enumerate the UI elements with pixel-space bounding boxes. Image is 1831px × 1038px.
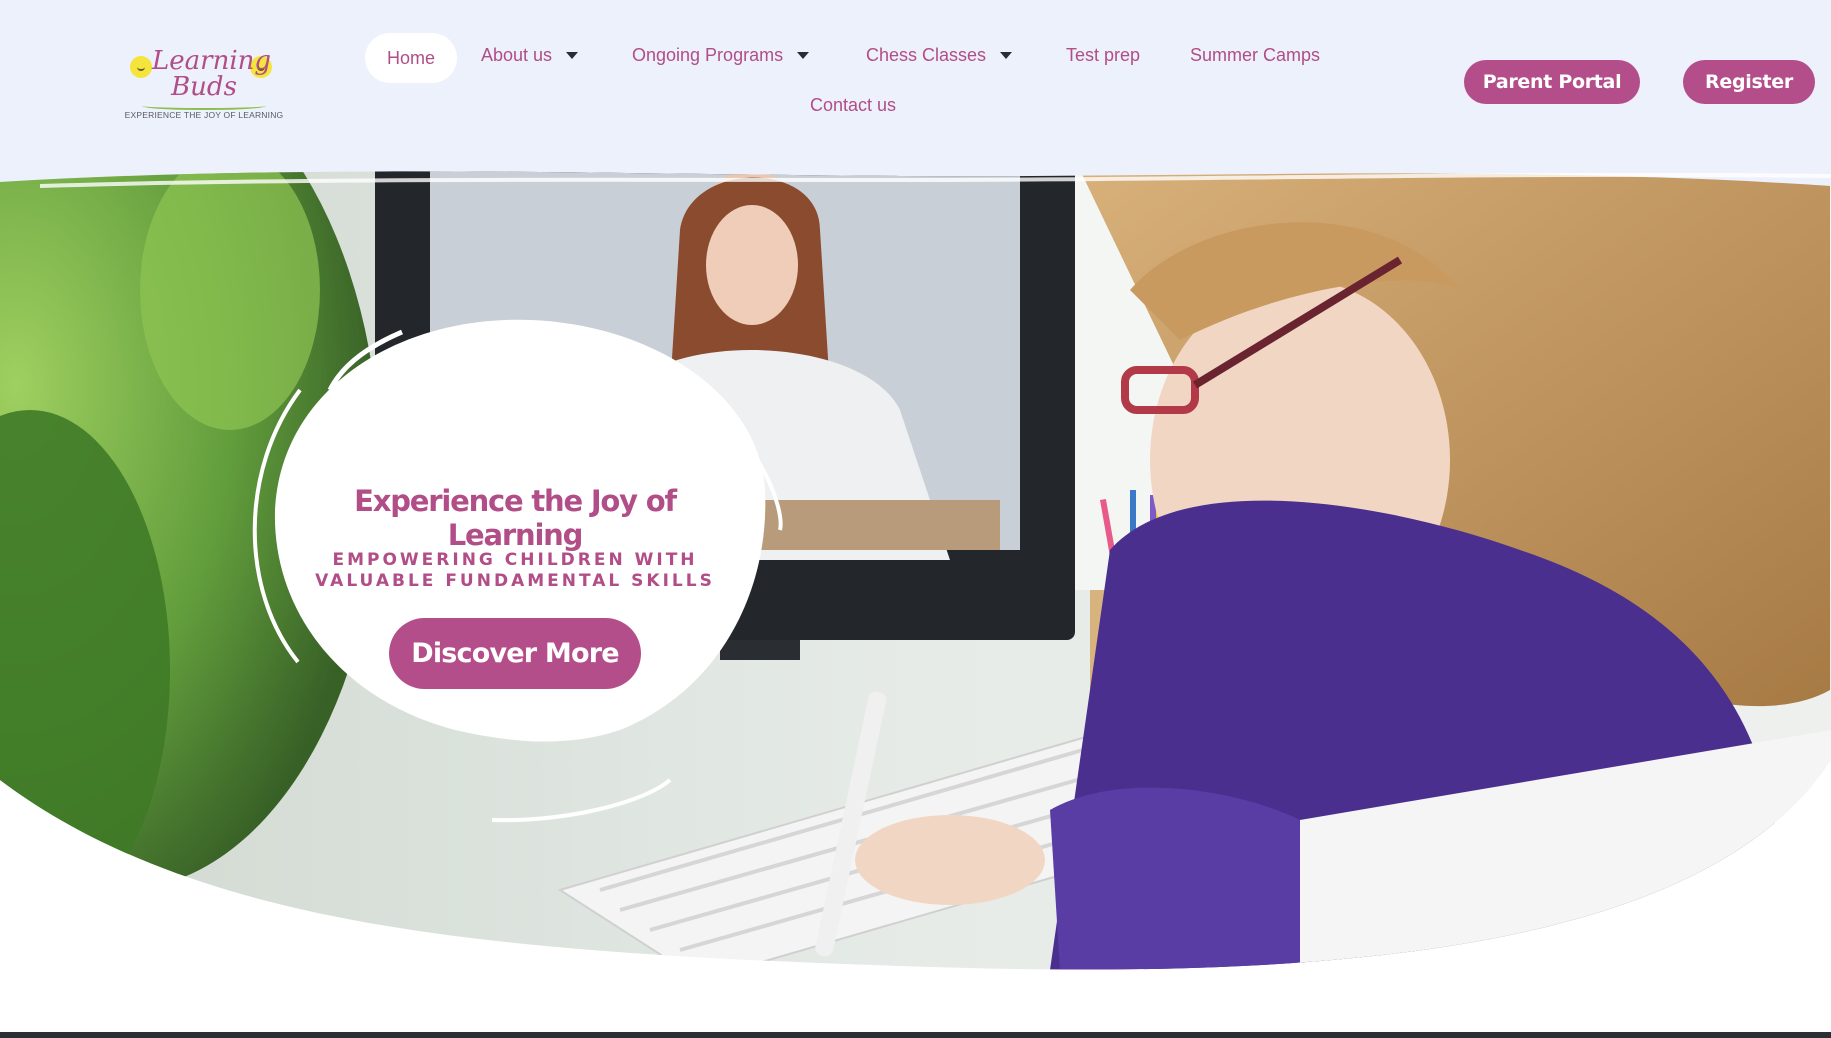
hero-subtitle-line: VALUABLE FUNDAMENTAL SKILLS [315, 571, 715, 591]
parent-portal-button[interactable]: Parent Portal [1464, 60, 1640, 104]
caret-down-icon[interactable] [797, 52, 810, 59]
nav-camps-label: Summer Camps [1190, 45, 1321, 65]
nav-home[interactable]: Home [365, 33, 458, 83]
discover-more-button[interactable]: Discover More [389, 618, 641, 689]
nav-home-label: Home [387, 47, 436, 68]
nav-testprep-label: Test prep [1066, 45, 1141, 65]
nav-contact-label: Contact us [810, 95, 897, 115]
nav-chess-classes[interactable]: Chess Classes [866, 45, 1013, 66]
site-logo[interactable]: Learning Buds EXPERIENCE THE JOY OF LEAR… [124, 42, 284, 122]
register-button[interactable]: Register [1683, 60, 1815, 104]
nav-test-prep[interactable]: Test prep [1066, 45, 1140, 66]
hero-subtitle: EMPOWERING CHILDREN WITH VALUABLE FUNDAM… [300, 550, 730, 592]
hero-subtitle-line: EMPOWERING CHILDREN WITH [332, 550, 698, 570]
logo-word-buds: Buds [171, 72, 237, 102]
caret-down-icon[interactable] [566, 52, 579, 59]
caret-down-icon[interactable] [1000, 52, 1013, 59]
nav-contact-us[interactable]: Contact us [810, 95, 896, 116]
vine-decoration [142, 102, 266, 110]
logo-tagline: EXPERIENCE THE JOY OF LEARNING [124, 110, 284, 120]
page-bottom-edge [0, 1032, 1831, 1038]
nav-programs-label: Ongoing Programs [632, 45, 784, 65]
hero-title: Experience the Joy of Learning [354, 484, 677, 552]
nav-about-label: About us [481, 45, 553, 65]
nav-chess-label: Chess Classes [866, 45, 987, 65]
nav-summer-camps[interactable]: Summer Camps [1190, 45, 1320, 66]
hero-illustration [0, 171, 1831, 970]
hero-section [0, 170, 1831, 970]
nav-ongoing-programs[interactable]: Ongoing Programs [632, 45, 810, 66]
flower-icon [130, 56, 152, 78]
nav-about[interactable]: About us [481, 45, 579, 66]
